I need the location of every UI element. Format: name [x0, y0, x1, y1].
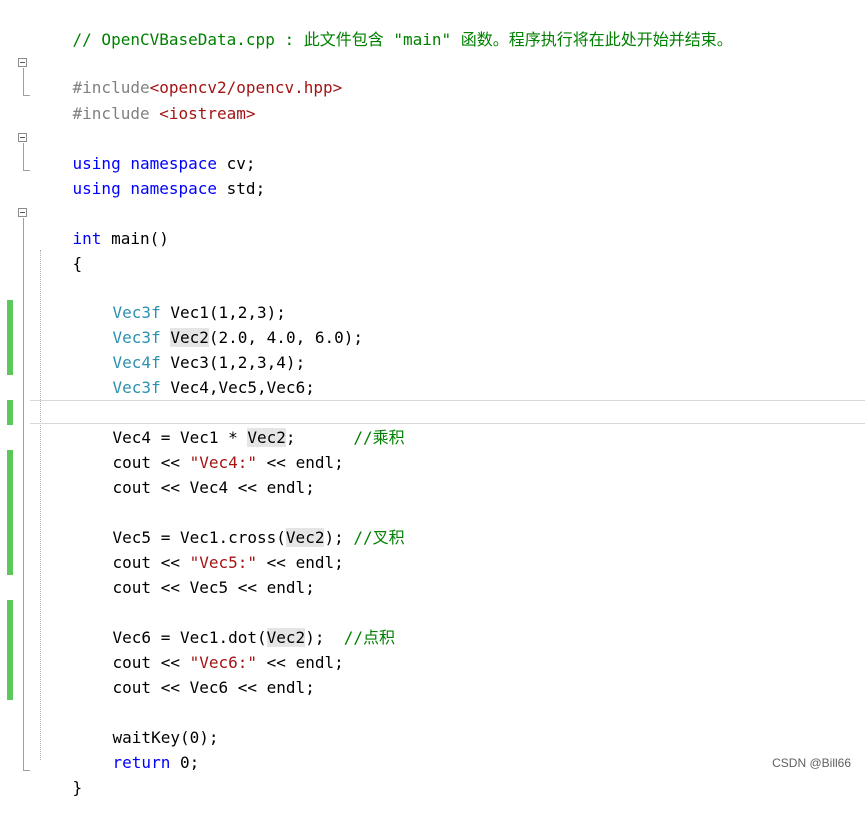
- code-line-brace-close[interactable]: }: [34, 750, 83, 797]
- return-value: 0;: [170, 753, 200, 772]
- code-line-cout-vec4-label[interactable]: cout << "Vec4:" << endl;: [74, 425, 344, 472]
- fold-toggle-icon[interactable]: [18, 58, 27, 67]
- fold-guide-end: [23, 770, 30, 771]
- code-line-cout-vec5[interactable]: cout << Vec5 << endl;: [74, 550, 315, 597]
- keyword: return: [112, 753, 171, 772]
- code-editor[interactable]: // OpenCVBaseData.cpp : 此文件包含 "main" 函数。…: [0, 0, 865, 797]
- code-line-using-std[interactable]: using namespace std;: [34, 151, 266, 198]
- comment-text: //叉积: [353, 528, 405, 547]
- comment-text: // OpenCVBaseData.cpp : 此文件包含 "main" 函数。…: [72, 30, 733, 49]
- include-directive: #include: [72, 104, 160, 123]
- code-line-dot[interactable]: Vec6 = Vec1.dot(Vec2); //点积: [74, 600, 395, 647]
- code-line-comment-header[interactable]: // OpenCVBaseData.cpp : 此文件包含 "main" 函数。…: [34, 2, 733, 49]
- code-line-cout-vec6[interactable]: cout << Vec6 << endl;: [74, 650, 315, 697]
- code-line-include-iostream[interactable]: #include <iostream>: [34, 76, 256, 123]
- watermark: CSDN @Bill66: [772, 756, 851, 770]
- code-line-return[interactable]: return 0;: [74, 725, 200, 772]
- code-line-cout-vec4[interactable]: cout << Vec4 << endl;: [74, 450, 315, 497]
- fold-toggle-icon[interactable]: [18, 133, 27, 142]
- fold-guide: [23, 218, 24, 770]
- brace: }: [72, 778, 83, 797]
- type-name: Vec3f: [112, 378, 161, 397]
- indent-guide: [40, 250, 41, 760]
- code-line-decl-vec1[interactable]: Vec3f Vec1(1,2,3);: [74, 275, 286, 322]
- function-signature: main(): [101, 229, 169, 248]
- fold-guide: [23, 143, 24, 170]
- change-marker: [7, 400, 13, 425]
- code-line-main[interactable]: int main(): [34, 201, 169, 248]
- comment-text: //乘积: [353, 428, 405, 447]
- fold-guide-end: [23, 170, 30, 171]
- comment-text: //点积: [343, 628, 395, 647]
- code-line-decl-vec456[interactable]: Vec3f Vec4,Vec5,Vec6;: [74, 350, 315, 397]
- code-line-waitkey[interactable]: waitKey(0);: [74, 700, 219, 747]
- statement: cout << Vec4 << endl;: [112, 478, 315, 497]
- keyword: using namespace: [72, 179, 218, 198]
- brace: {: [72, 254, 83, 273]
- fold-guide: [23, 68, 24, 95]
- namespace-name: std;: [217, 179, 266, 198]
- code-line-cross[interactable]: Vec5 = Vec1.cross(Vec2); //叉积: [74, 500, 405, 547]
- code-line-decl-vec3[interactable]: Vec4f Vec3(1,2,3,4);: [74, 325, 306, 372]
- code-line-multiply[interactable]: Vec4 = Vec1 * Vec2; //乘积: [74, 400, 405, 447]
- fold-guide-end: [23, 95, 30, 96]
- code-line-using-cv[interactable]: using namespace cv;: [34, 126, 256, 173]
- change-marker: [7, 300, 13, 375]
- code-line-include-opencv[interactable]: #include<opencv2/opencv.hpp>: [34, 50, 343, 97]
- include-file: <iostream>: [159, 104, 256, 123]
- fold-toggle-icon[interactable]: [18, 208, 27, 217]
- change-marker: [7, 600, 13, 700]
- statement: cout << Vec5 << endl;: [112, 578, 315, 597]
- code-line-decl-vec2[interactable]: Vec3f Vec2(2.0, 4.0, 6.0);: [74, 300, 363, 347]
- statement: cout << Vec6 << endl;: [112, 678, 315, 697]
- declaration: Vec4,Vec5,Vec6;: [160, 378, 315, 397]
- code-line-cout-vec6-label[interactable]: cout << "Vec6:" << endl;: [74, 625, 344, 672]
- code-line-cout-vec5-label[interactable]: cout << "Vec5:" << endl;: [74, 525, 344, 572]
- code-line-brace-open[interactable]: {: [34, 226, 83, 273]
- change-marker: [7, 450, 13, 575]
